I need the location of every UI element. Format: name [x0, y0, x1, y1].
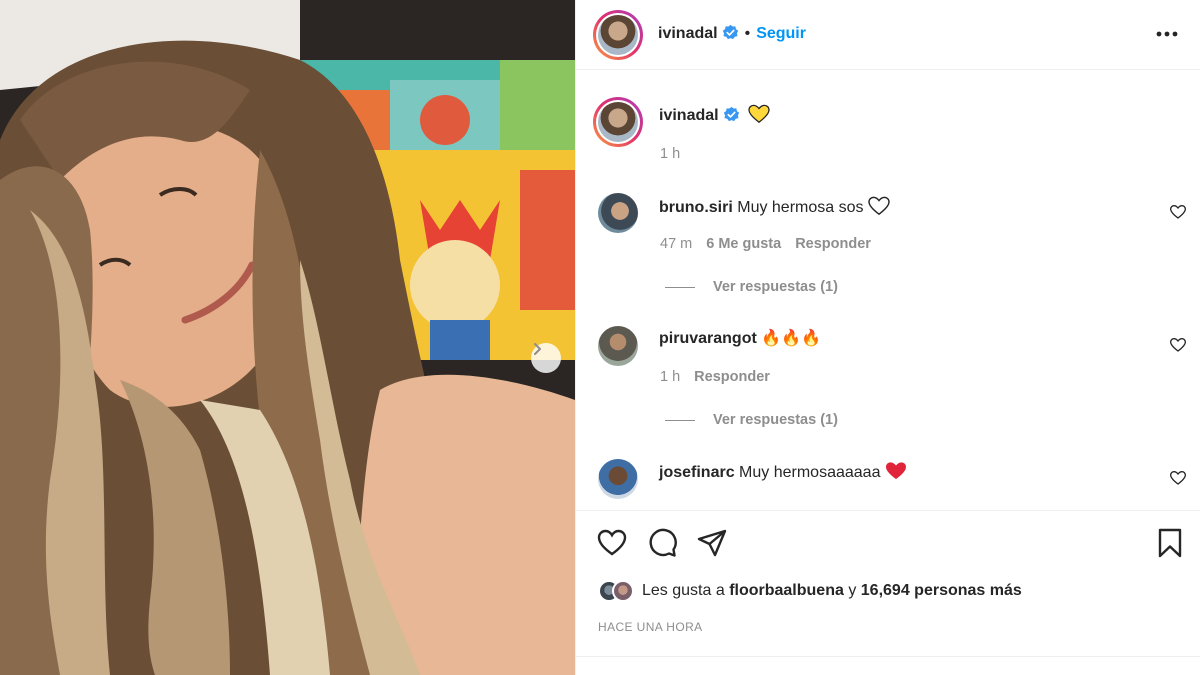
more-options-button[interactable]: [1155, 22, 1179, 46]
replies-divider: [665, 419, 695, 421]
commenter-username[interactable]: bruno.siri: [659, 199, 733, 216]
comment-text: piruvarangot 🔥🔥🔥: [659, 328, 821, 348]
view-replies-button[interactable]: Ver respuestas (1): [665, 279, 838, 295]
caption: ivinadal: [659, 104, 770, 125]
likes-connector: y: [848, 582, 857, 599]
comment-meta: 47 m 6 Me gusta Responder: [660, 236, 885, 252]
caption-author-username[interactable]: ivinadal: [659, 107, 719, 124]
comment-likes[interactable]: 6 Me gusta: [706, 236, 781, 252]
likes-username[interactable]: floorbaalbuena: [729, 582, 844, 600]
bookmark-icon[interactable]: [1154, 527, 1186, 559]
chevron-right-icon: [534, 343, 541, 355]
author-username[interactable]: ivinadal: [658, 25, 718, 42]
white-heart-emoji: [868, 196, 890, 216]
verified-icon: [723, 106, 739, 122]
red-heart-emoji: [885, 462, 906, 480]
view-replies-button[interactable]: Ver respuestas (1): [665, 412, 838, 428]
liker-avatar: [612, 580, 634, 602]
replies-divider: [665, 286, 695, 288]
reply-button[interactable]: Responder: [694, 369, 770, 385]
comment-text: josefinarc Muy hermosaaaaaa: [659, 461, 907, 482]
yellow-heart-emoji: [748, 104, 770, 123]
comment-icon[interactable]: [646, 527, 678, 559]
comment-box-divider: [576, 656, 1200, 657]
comment-time: 1 h: [660, 369, 681, 385]
share-icon[interactable]: [696, 527, 728, 559]
verified-icon: [722, 24, 738, 40]
like-comment-icon[interactable]: [1170, 337, 1186, 353]
post-photo: [0, 0, 575, 675]
like-comment-icon[interactable]: [1170, 470, 1186, 486]
likes-prefix: Les gusta a: [642, 582, 725, 599]
actions-divider: [576, 510, 1200, 511]
caption-time: 1 h: [660, 146, 681, 162]
commenter-username[interactable]: piruvarangot: [659, 330, 757, 347]
commenter-avatar[interactable]: [598, 193, 638, 233]
comment-meta: 1 h Responder: [660, 369, 784, 385]
like-comment-icon[interactable]: [1170, 204, 1186, 220]
header-separator: •: [744, 25, 751, 42]
post-timestamp: HACE UNA HORA: [598, 620, 703, 634]
comment-time: 47 m: [660, 236, 693, 252]
fire-emoji: 🔥🔥🔥: [761, 328, 822, 347]
post-details-panel: ivinadal • Seguir ivinadal 1 h bruno.siri …: [575, 0, 1200, 675]
next-photo-button[interactable]: [531, 343, 561, 373]
likes-count[interactable]: 16,694 personas más: [861, 582, 1022, 600]
commenter-username[interactable]: josefinarc: [659, 464, 735, 481]
comment-text: bruno.siri Muy hermosa sos: [659, 196, 890, 217]
follow-button[interactable]: Seguir: [756, 25, 806, 42]
commenter-avatar[interactable]: [598, 459, 638, 499]
caption-author-avatar[interactable]: [593, 97, 643, 147]
heart-icon[interactable]: [596, 527, 628, 559]
likes-summary: Les gusta a floorbaalbuena y 16,694 pers…: [598, 580, 1022, 602]
post-header: ivinadal • Seguir: [576, 0, 1200, 70]
commenter-avatar[interactable]: [598, 326, 638, 366]
reply-button[interactable]: Responder: [795, 236, 871, 252]
author-avatar[interactable]: [593, 10, 643, 60]
photo-illustration: [0, 0, 575, 675]
more-icon: [1156, 31, 1178, 37]
